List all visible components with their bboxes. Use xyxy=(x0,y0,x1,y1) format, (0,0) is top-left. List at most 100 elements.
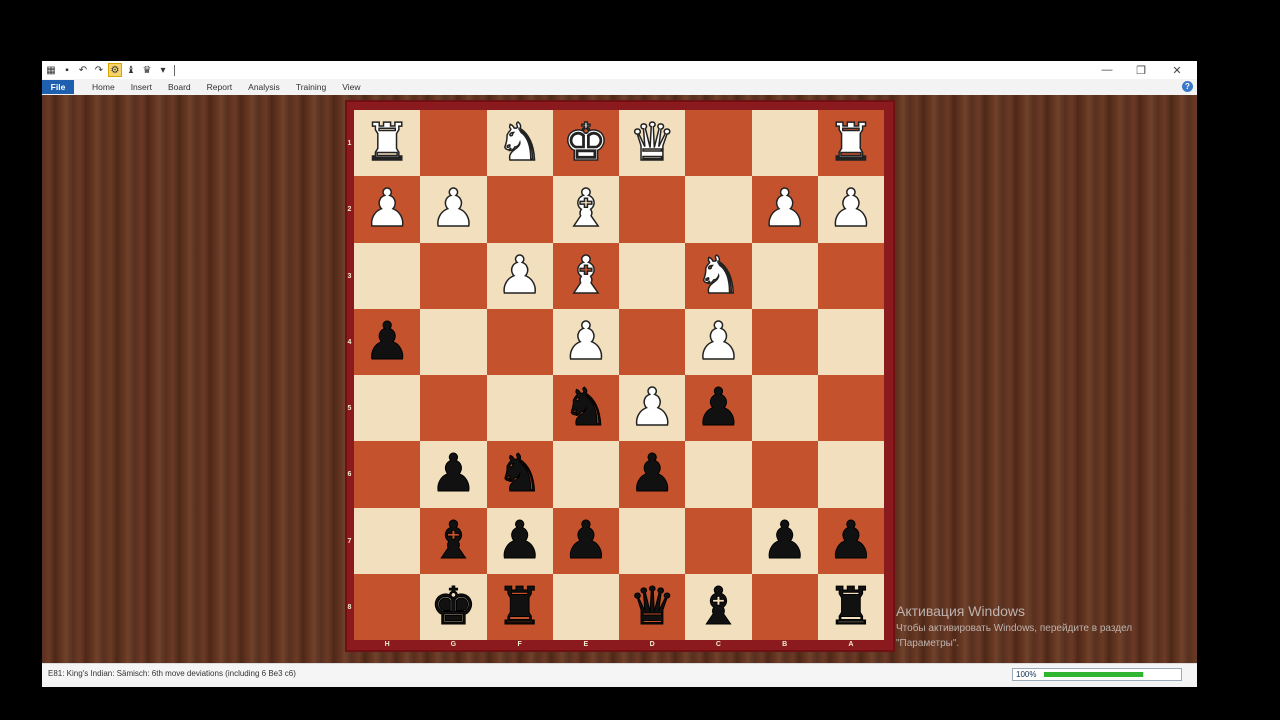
black-pawn-icon[interactable]: ♟ xyxy=(430,448,478,501)
square-c5[interactable]: ♟ xyxy=(685,375,752,442)
menu-training[interactable]: Training xyxy=(296,82,326,92)
square-f2[interactable] xyxy=(486,176,553,243)
white-king-icon[interactable]: ♚ xyxy=(562,116,610,170)
white-bishop-icon[interactable]: ♝ xyxy=(562,183,610,237)
white-pawn-icon[interactable]: ♟ xyxy=(827,183,875,237)
square-d6[interactable]: ♟ xyxy=(619,441,686,508)
square-g2[interactable]: ♟ xyxy=(420,176,487,243)
square-d8[interactable]: ♛ xyxy=(619,573,686,640)
square-b5[interactable] xyxy=(751,375,818,442)
square-e6[interactable] xyxy=(552,441,619,508)
square-f1[interactable]: ♞ xyxy=(486,110,553,177)
square-g3[interactable] xyxy=(420,242,487,309)
white-knight-icon[interactable]: ♞ xyxy=(694,249,742,303)
square-e3[interactable]: ♝ xyxy=(552,242,619,309)
square-h5[interactable] xyxy=(354,375,421,442)
square-h7[interactable] xyxy=(354,507,421,574)
square-a6[interactable] xyxy=(817,441,884,508)
square-d7[interactable] xyxy=(619,507,686,574)
black-knight-icon[interactable]: ♞ xyxy=(562,382,610,435)
white-pawn-icon[interactable]: ♟ xyxy=(761,183,809,237)
square-e7[interactable]: ♟ xyxy=(552,507,619,574)
square-d3[interactable] xyxy=(619,242,686,309)
zoom-control[interactable]: 100% xyxy=(1012,668,1182,681)
square-g7[interactable]: ♝ xyxy=(420,507,487,574)
white-pawn-icon[interactable]: ♟ xyxy=(496,249,544,303)
square-g8[interactable]: ♚ xyxy=(420,573,487,640)
white-bishop-icon[interactable]: ♝ xyxy=(562,249,610,303)
menu-analysis[interactable]: Analysis xyxy=(248,82,280,92)
black-bishop-icon[interactable]: ♝ xyxy=(430,514,478,567)
black-pawn-icon[interactable]: ♟ xyxy=(496,514,544,567)
black-pawn-icon[interactable]: ♟ xyxy=(562,514,610,567)
white-rook-icon[interactable]: ♜ xyxy=(827,116,875,170)
square-e1[interactable]: ♚ xyxy=(552,110,619,177)
black-knight-icon[interactable]: ♞ xyxy=(496,448,544,501)
square-h8[interactable] xyxy=(354,573,421,640)
square-h1[interactable]: ♜ xyxy=(354,110,421,177)
square-d5[interactable]: ♟ xyxy=(619,375,686,442)
black-pawn-icon[interactable]: ♟ xyxy=(695,382,743,435)
menu-home[interactable]: Home xyxy=(92,82,115,92)
white-queen-icon[interactable]: ♛ xyxy=(628,116,676,170)
square-d1[interactable]: ♛ xyxy=(619,110,686,177)
square-f7[interactable]: ♟ xyxy=(486,507,553,574)
square-f8[interactable]: ♜ xyxy=(486,573,553,640)
close-button[interactable]: ✕ xyxy=(1160,61,1194,79)
square-c4[interactable]: ♟ xyxy=(685,308,752,375)
square-a7[interactable]: ♟ xyxy=(817,507,884,574)
square-d4[interactable] xyxy=(619,308,686,375)
help-icon[interactable]: ? xyxy=(1182,81,1193,92)
square-h4[interactable]: ♟ xyxy=(354,308,421,375)
square-b1[interactable] xyxy=(751,110,818,177)
black-rook-icon[interactable]: ♜ xyxy=(827,580,875,633)
black-queen-icon[interactable]: ♛ xyxy=(628,580,676,633)
chessboard[interactable]: ♜ ♞ ♚ ♛ ♜ ♟ ♟ ♝ ♟ ♟ ♟ ♝ ♞ ♟ ♟ ♟ ♞ ♟ ♟ ♟ ♞ ♟ ♝ ♟ ♟ ♟ ♟ ♚ ♜ ♛ ♝ ♜ xyxy=(354,110,884,640)
file-tab[interactable]: File xyxy=(42,80,74,94)
maximize-button[interactable]: ❐ xyxy=(1124,61,1158,79)
menu-icon[interactable]: ▦ xyxy=(44,63,58,77)
redo-icon[interactable]: ↷ xyxy=(92,63,106,77)
black-rook-icon[interactable]: ♜ xyxy=(496,580,544,633)
square-b3[interactable] xyxy=(751,242,818,309)
square-g1[interactable] xyxy=(420,110,487,177)
square-e8[interactable] xyxy=(552,573,619,640)
square-a2[interactable]: ♟ xyxy=(817,176,884,243)
black-bishop-icon[interactable]: ♝ xyxy=(695,580,743,633)
menu-report[interactable]: Report xyxy=(207,82,233,92)
piece-icon[interactable]: ♝ xyxy=(124,63,138,77)
dropdown-icon[interactable]: ▾ xyxy=(156,63,170,77)
square-b7[interactable]: ♟ xyxy=(751,507,818,574)
square-f6[interactable]: ♞ xyxy=(486,441,553,508)
crown-icon[interactable]: ♛ xyxy=(140,63,154,77)
black-pawn-icon[interactable]: ♟ xyxy=(761,514,809,567)
black-pawn-icon[interactable]: ♟ xyxy=(363,315,411,368)
black-pawn-icon[interactable]: ♟ xyxy=(628,448,676,501)
square-c8[interactable]: ♝ xyxy=(685,573,752,640)
white-pawn-icon[interactable]: ♟ xyxy=(628,381,676,435)
square-a4[interactable] xyxy=(817,308,884,375)
square-b2[interactable]: ♟ xyxy=(751,176,818,243)
square-d2[interactable] xyxy=(619,176,686,243)
engine-icon[interactable]: ⚙ xyxy=(108,63,122,77)
square-h6[interactable] xyxy=(354,441,421,508)
square-b4[interactable] xyxy=(751,308,818,375)
white-pawn-icon[interactable]: ♟ xyxy=(363,183,411,237)
square-h3[interactable] xyxy=(354,242,421,309)
square-g4[interactable] xyxy=(420,308,487,375)
white-pawn-icon[interactable]: ♟ xyxy=(694,315,742,369)
square-b6[interactable] xyxy=(751,441,818,508)
square-g6[interactable]: ♟ xyxy=(420,441,487,508)
white-pawn-icon[interactable]: ♟ xyxy=(562,315,610,369)
square-e4[interactable]: ♟ xyxy=(552,308,619,375)
square-c6[interactable] xyxy=(685,441,752,508)
black-king-icon[interactable]: ♚ xyxy=(430,580,478,633)
undo-icon[interactable]: ↶ xyxy=(76,63,90,77)
square-a5[interactable] xyxy=(817,375,884,442)
minimize-button[interactable]: — xyxy=(1090,61,1124,79)
square-f5[interactable] xyxy=(486,375,553,442)
square-g5[interactable] xyxy=(420,375,487,442)
square-h2[interactable]: ♟ xyxy=(354,176,421,243)
square-e2[interactable]: ♝ xyxy=(552,176,619,243)
square-b8[interactable] xyxy=(751,573,818,640)
